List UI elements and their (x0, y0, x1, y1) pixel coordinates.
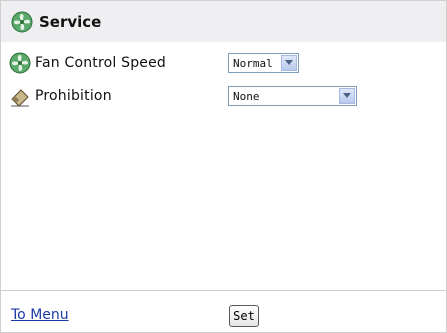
prohibition-value: None (233, 89, 260, 103)
page-title: Service (39, 12, 102, 31)
fan-icon (11, 11, 33, 32)
fan-control-speed-row: Fan Control Speed Normal (1, 51, 446, 75)
service-panel: Service Fan Control Speed Normal Prohibi… (0, 0, 447, 333)
prohibition-row: Prohibition None (1, 84, 446, 108)
to-menu-link[interactable]: To Menu (11, 307, 69, 323)
fan-icon (9, 52, 31, 74)
prohibition-select[interactable]: None (228, 86, 357, 106)
chevron-down-icon[interactable] (281, 55, 297, 71)
footer-divider (1, 290, 446, 291)
chevron-down-icon[interactable] (339, 88, 355, 104)
fan-control-speed-label: Fan Control Speed (35, 55, 167, 71)
eraser-icon (11, 89, 29, 107)
panel-header: Service (1, 1, 446, 42)
set-button[interactable]: Set (229, 305, 259, 327)
prohibition-label: Prohibition (35, 88, 112, 104)
fan-control-speed-select[interactable]: Normal (228, 53, 299, 73)
fan-control-speed-value: Normal (233, 56, 273, 70)
